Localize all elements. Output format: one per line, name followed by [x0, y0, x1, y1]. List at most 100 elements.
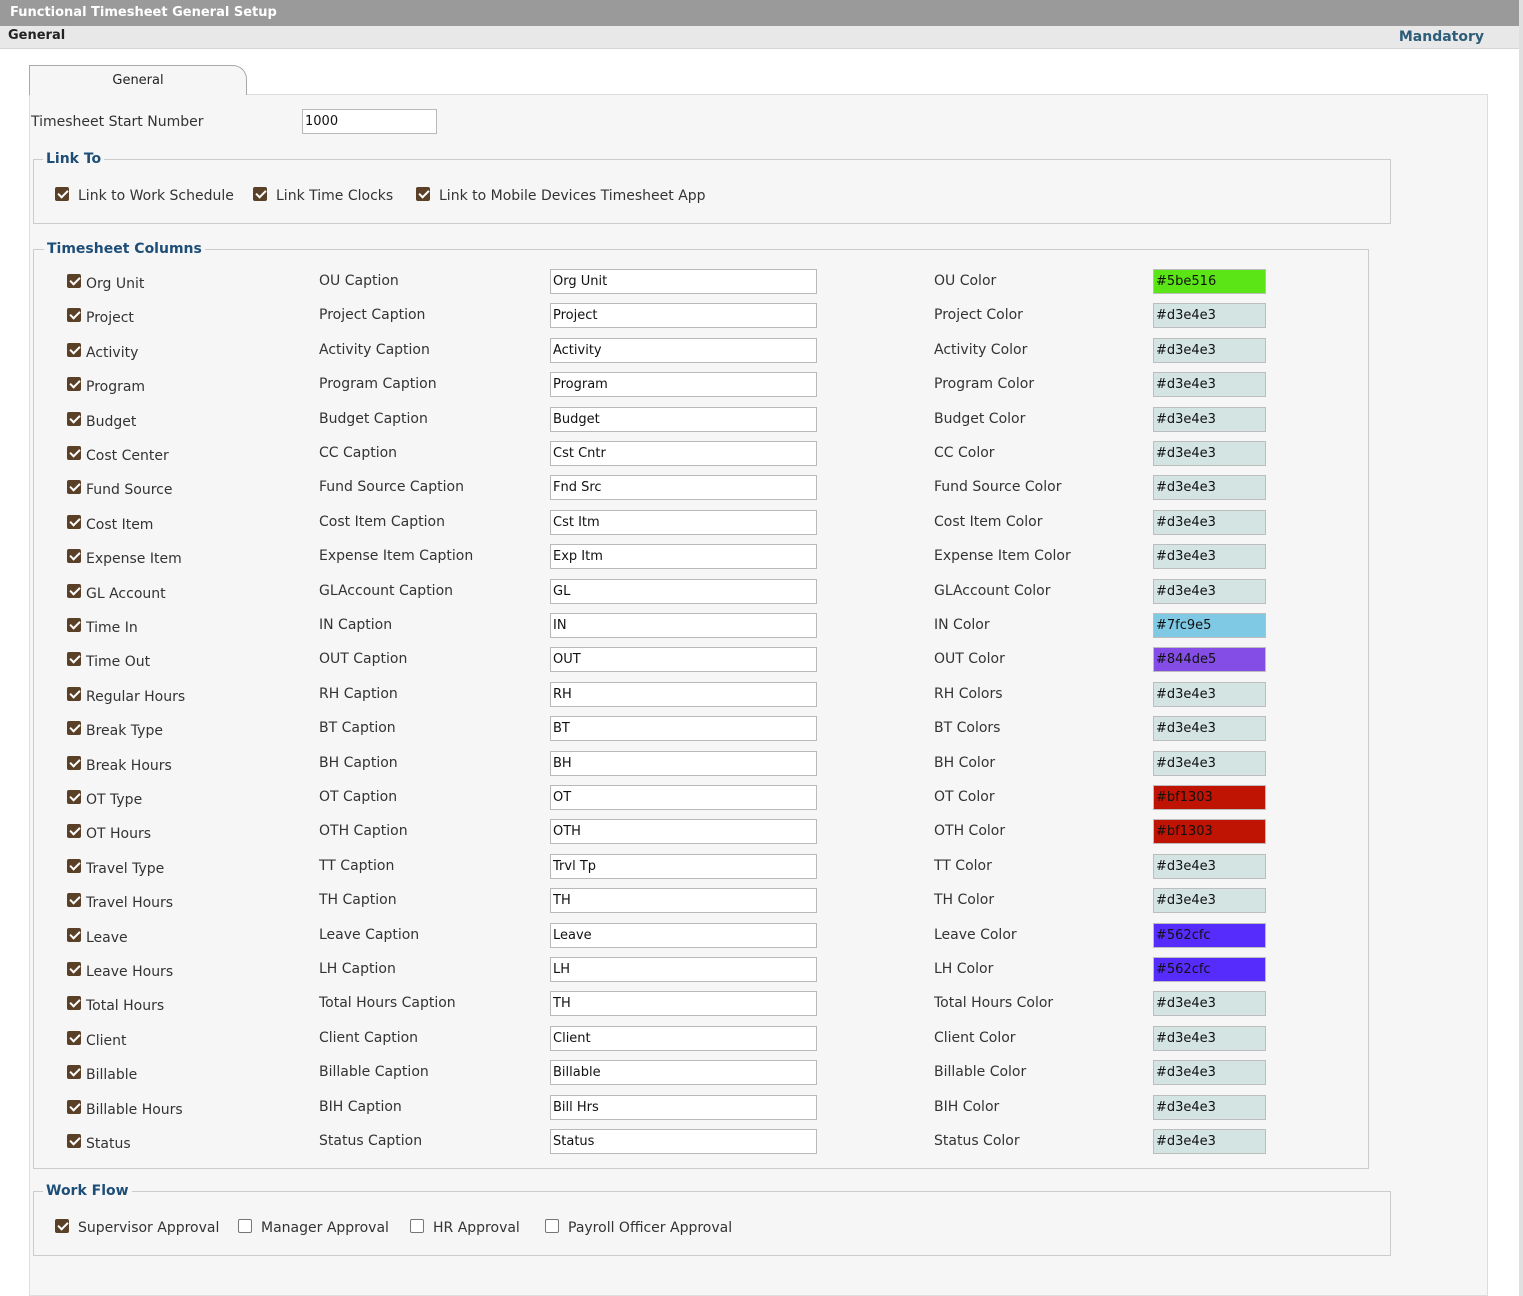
color-picker[interactable]: #7fc9e5 — [1153, 613, 1266, 638]
caption-input[interactable]: GL — [550, 579, 817, 604]
column-checkbox[interactable] — [67, 859, 81, 873]
column-checkbox[interactable] — [67, 996, 81, 1010]
caption-input[interactable]: BH — [550, 751, 817, 776]
column-checkbox[interactable] — [67, 480, 81, 494]
link-to-label: Link to Work Schedule — [78, 188, 234, 204]
workflow-checkbox[interactable] — [55, 1219, 69, 1233]
color-picker[interactable]: #5be516 — [1153, 269, 1266, 294]
column-checkbox[interactable] — [67, 962, 81, 976]
color-picker[interactable]: #d3e4e3 — [1153, 407, 1266, 432]
color-picker[interactable]: #d3e4e3 — [1153, 441, 1266, 466]
caption-input[interactable]: TH — [550, 991, 817, 1016]
caption-input[interactable]: Billable — [550, 1060, 817, 1085]
column-checkbox[interactable] — [67, 1031, 81, 1045]
color-picker[interactable]: #d3e4e3 — [1153, 544, 1266, 569]
color-picker[interactable]: #d3e4e3 — [1153, 475, 1266, 500]
column-checkbox[interactable] — [67, 1134, 81, 1148]
color-picker[interactable]: #d3e4e3 — [1153, 510, 1266, 535]
caption-label: Leave Caption — [319, 927, 420, 943]
color-picker[interactable]: #d3e4e3 — [1153, 888, 1266, 913]
caption-input[interactable]: Activity — [550, 338, 817, 363]
color-picker[interactable]: #d3e4e3 — [1153, 579, 1266, 604]
mandatory-link[interactable]: Mandatory — [1399, 29, 1484, 45]
color-label: BH Color — [934, 755, 996, 771]
color-picker[interactable]: #d3e4e3 — [1153, 751, 1266, 776]
workflow-checkbox[interactable] — [238, 1219, 252, 1233]
color-picker[interactable]: #d3e4e3 — [1153, 1060, 1266, 1085]
color-picker[interactable]: #d3e4e3 — [1153, 682, 1266, 707]
column-checkbox[interactable] — [67, 687, 81, 701]
caption-input[interactable]: Org Unit — [550, 269, 817, 294]
caption-input[interactable]: Fnd Src — [550, 475, 817, 500]
color-picker[interactable]: #d3e4e3 — [1153, 854, 1266, 879]
link-to-checkbox[interactable] — [55, 187, 69, 201]
link-to-checkbox[interactable] — [253, 187, 267, 201]
caption-input[interactable]: Bill Hrs — [550, 1095, 817, 1120]
color-picker[interactable]: #d3e4e3 — [1153, 372, 1266, 397]
caption-input[interactable]: Exp Itm — [550, 544, 817, 569]
column-checkbox[interactable] — [67, 893, 81, 907]
start-number-input[interactable]: 1000 — [302, 109, 437, 134]
column-checkbox[interactable] — [67, 652, 81, 666]
caption-input[interactable]: OUT — [550, 647, 817, 672]
column-checkbox[interactable] — [67, 584, 81, 598]
workflow-checkbox[interactable] — [545, 1219, 559, 1233]
column-checkbox[interactable] — [67, 790, 81, 804]
column-checkbox[interactable] — [67, 928, 81, 942]
color-picker[interactable]: #d3e4e3 — [1153, 1095, 1266, 1120]
section-header: General Mandatory — [0, 26, 1519, 49]
caption-input[interactable]: LH — [550, 957, 817, 982]
workflow-checkbox[interactable] — [410, 1219, 424, 1233]
column-checkbox[interactable] — [67, 412, 81, 426]
column-name: Leave Hours — [86, 964, 174, 980]
column-checkbox[interactable] — [67, 274, 81, 288]
column-name: Time Out — [86, 654, 151, 670]
caption-input[interactable]: Cst Cntr — [550, 441, 817, 466]
color-picker[interactable]: #d3e4e3 — [1153, 1129, 1266, 1154]
color-label: OUT Color — [934, 651, 1005, 667]
caption-input[interactable]: Project — [550, 303, 817, 328]
color-picker[interactable]: #d3e4e3 — [1153, 991, 1266, 1016]
caption-input[interactable]: Program — [550, 372, 817, 397]
caption-input[interactable]: Status — [550, 1129, 817, 1154]
column-checkbox[interactable] — [67, 446, 81, 460]
column-name: Break Hours — [86, 758, 172, 774]
caption-input[interactable]: Leave — [550, 923, 817, 948]
caption-input[interactable]: RH — [550, 682, 817, 707]
column-checkbox[interactable] — [67, 308, 81, 322]
color-picker[interactable]: #bf1303 — [1153, 819, 1266, 844]
caption-input[interactable]: Client — [550, 1026, 817, 1051]
caption-input[interactable]: BT — [550, 716, 817, 741]
column-checkbox[interactable] — [67, 549, 81, 563]
color-picker[interactable]: #d3e4e3 — [1153, 716, 1266, 741]
column-checkbox[interactable] — [67, 618, 81, 632]
column-checkbox[interactable] — [67, 1100, 81, 1114]
caption-input[interactable]: OT — [550, 785, 817, 810]
caption-input[interactable]: IN — [550, 613, 817, 638]
column-checkbox[interactable] — [67, 343, 81, 357]
column-name: Cost Center — [86, 448, 169, 464]
caption-input[interactable]: TH — [550, 888, 817, 913]
column-checkbox[interactable] — [67, 1065, 81, 1079]
caption-input[interactable]: Budget — [550, 407, 817, 432]
column-checkbox[interactable] — [67, 377, 81, 391]
color-picker[interactable]: #562cfc — [1153, 923, 1266, 948]
link-to-group — [33, 159, 1391, 224]
column-checkbox[interactable] — [67, 721, 81, 735]
color-picker[interactable]: #bf1303 — [1153, 785, 1266, 810]
column-checkbox[interactable] — [67, 824, 81, 838]
column-checkbox[interactable] — [67, 515, 81, 529]
color-picker[interactable]: #d3e4e3 — [1153, 338, 1266, 363]
column-checkbox[interactable] — [67, 756, 81, 770]
color-picker[interactable]: #d3e4e3 — [1153, 1026, 1266, 1051]
color-picker[interactable]: #844de5 — [1153, 647, 1266, 672]
tab-general[interactable]: General — [29, 65, 247, 95]
link-to-checkbox[interactable] — [416, 187, 430, 201]
color-picker[interactable]: #562cfc — [1153, 957, 1266, 982]
color-label: LH Color — [934, 961, 994, 977]
caption-input[interactable]: Cst Itm — [550, 510, 817, 535]
color-picker[interactable]: #d3e4e3 — [1153, 303, 1266, 328]
caption-label: Expense Item Caption — [319, 548, 474, 564]
caption-input[interactable]: Trvl Tp — [550, 854, 817, 879]
caption-input[interactable]: OTH — [550, 819, 817, 844]
